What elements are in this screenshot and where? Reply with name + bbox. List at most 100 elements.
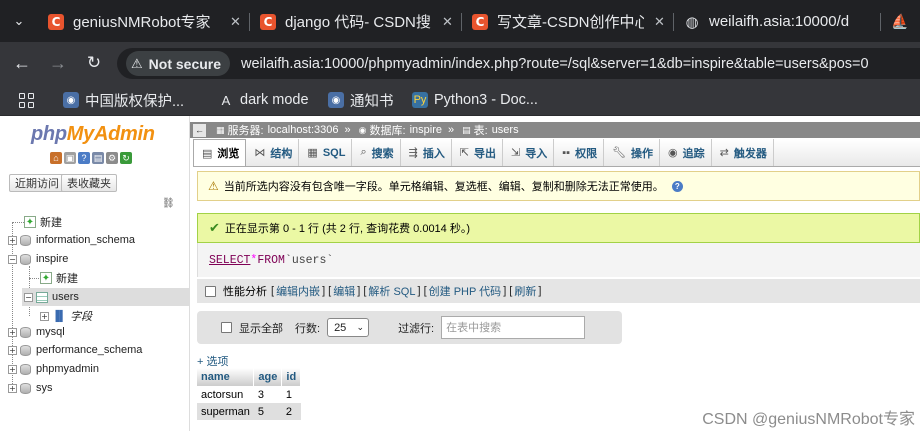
edit-inline-link[interactable]: 编辑内嵌 [276,283,320,299]
browser-tab-2[interactable]: C django 代码- CSDN搜 ✕ [260,5,456,38]
filter-rows-input[interactable] [441,316,586,339]
tree-item-users[interactable]: − users [22,288,190,306]
tree-item-phpmyadmin[interactable]: + phpmyadmin [8,360,99,378]
create-php-code-link[interactable]: 创建 PHP 代码 [429,283,502,299]
options-toggle-link[interactable]: + 选项 [197,353,228,369]
forward-icon[interactable]: → [46,51,70,75]
collapse-icon[interactable]: − [24,292,33,302]
refresh-link[interactable]: 刷新 [514,283,536,299]
tree-item-sys[interactable]: + sys [8,379,53,397]
table-row: actorsun 3 1 [197,386,301,403]
tab-import[interactable]: ⇲ 导入 [503,139,555,166]
tab-browse[interactable]: ▤ 浏览 [193,139,247,166]
bookmark-label: 通知书 [350,93,394,110]
table-cell[interactable]: 3 [253,386,282,403]
recent-tables-button[interactable]: 近期访问 [9,174,65,192]
table-cell[interactable]: 1 [281,386,301,403]
tab-divider [249,13,250,31]
tab-insert[interactable]: ⇶ 插入 [401,139,452,166]
rows-per-page-select[interactable]: 25 ⌄ [327,318,370,337]
bookmark-2[interactable]: A dark mode [218,91,309,109]
column-header-age[interactable]: age [253,368,283,386]
apps-grid-icon[interactable] [19,93,34,108]
tab-label: 导入 [525,147,548,160]
url-text[interactable]: weilaifh.asia:10000/phpmyadmin/index.php… [241,56,869,72]
bookmark-1[interactable]: ◉ 中国版权保护... [63,91,185,110]
expand-icon[interactable]: + [40,311,49,321]
edit-link[interactable]: 编辑 [333,283,355,299]
close-icon[interactable]: ✕ [230,14,244,30]
new-table-icon: ✦ [40,272,52,284]
bookmark-3[interactable]: ◉ 通知书 [328,91,394,110]
server-icon: ▦ [216,124,225,135]
phpmyadmin-icon: ⛵ [892,13,909,30]
expand-icon[interactable]: + [8,235,17,245]
bookmark-4[interactable]: Py Python3 - Doc... [412,91,538,109]
tab-operations[interactable]: 🔧︎ 操作 [604,139,661,166]
tree-item-new[interactable]: ✦ 新建 [24,213,62,231]
tab-search-icon[interactable]: ⌄ [10,12,28,30]
expand-icon[interactable]: + [8,383,17,393]
expand-icon[interactable]: + [8,364,17,374]
success-text: 正在显示第 0 - 1 行 (共 2 行, 查询花费 0.0014 秒。) [224,223,471,235]
tree-item-performance-schema[interactable]: + performance_schema [8,341,142,359]
column-header-name[interactable]: name [197,368,255,386]
address-bar[interactable]: ⚠ Not secure weilaifh.asia:10000/phpmyad… [117,48,920,79]
tab-sql[interactable]: ▦ SQL [299,139,353,166]
docs-icon[interactable]: ▤ [92,152,104,164]
tree-item-information-schema[interactable]: + information_schema [8,231,135,249]
tree-item-inspire-new[interactable]: ✦ 新建 [40,269,78,287]
logo-php: php [31,123,67,145]
tab-privileges[interactable]: ▪▪ 权限 [554,139,605,166]
chevron-down-icon: ⌄ [356,322,365,333]
back-icon[interactable]: ← [10,51,34,75]
reload-icon[interactable]: ↻ [82,51,106,75]
tab-export[interactable]: ⇱ 导出 [452,139,504,166]
bookmarks-bar: ◉ 中国版权保护... A dark mode ◉ 通知书 Py Python3… [0,84,920,116]
bookmark-label: 中国版权保护... [85,93,185,110]
table-cell[interactable]: actorsun [197,386,254,403]
security-label: Not secure [148,55,222,72]
breadcrumb-server[interactable]: localhost:3306 [268,124,339,136]
new-icon: ✦ [24,216,36,228]
close-icon[interactable]: ✕ [654,14,668,30]
reload-nav-icon[interactable]: ↻ [120,152,132,164]
table-cell[interactable]: superman [197,403,254,420]
csdn-icon: C [48,13,64,30]
table-cell[interactable]: 2 [281,403,301,420]
sql-keyword-select[interactable]: SELECT [209,254,250,267]
tab-search[interactable]: ⌕ 搜索 [352,139,401,166]
expand-icon[interactable]: + [8,327,17,337]
table-cell[interactable]: 5 [253,403,282,420]
phpmyadmin-logo[interactable]: phpMyAdmin [31,123,155,146]
tree-item-mysql[interactable]: + mysql [8,323,65,341]
home-icon[interactable]: ⌂ [50,152,62,164]
explain-sql-link[interactable]: 解析 SQL [368,283,415,299]
collapse-nav-icon[interactable]: ← [193,123,206,137]
link-with-main-icon[interactable]: ⛓ [162,198,175,209]
browser-tab-3[interactable]: C 写文章-CSDN创作中心 ✕ [472,5,668,38]
browser-tab-5[interactable]: ⛵ [892,5,920,38]
security-chip[interactable]: ⚠ Not secure [126,51,231,76]
close-icon[interactable]: ✕ [442,14,456,30]
gear-icon[interactable]: ⚙ [106,152,118,164]
tab-tracking[interactable]: ◉ 追踪 [660,139,712,166]
favorite-tables-button[interactable]: 表收藏夹 [61,174,117,192]
profiling-checkbox[interactable] [205,285,216,297]
help-icon[interactable]: ? [78,152,90,164]
browser-tab-4[interactable]: ◍ weilaifh.asia:10000/d [684,5,870,38]
breadcrumb-table[interactable]: users [492,124,519,136]
browser-tab-1[interactable]: C geniusNMRobot专家 ✕ [48,5,244,38]
column-header-id[interactable]: id [281,368,302,386]
collapse-icon[interactable]: − [8,254,17,264]
help-icon[interactable]: ? [671,180,683,192]
tab-triggers[interactable]: ⇄ 触发器 [712,139,774,166]
breadcrumb-db[interactable]: inspire [410,124,442,136]
tab-structure[interactable]: ⋈ 结构 [246,139,300,166]
tab-label: 追踪 [682,147,705,160]
show-all-checkbox[interactable] [221,322,232,333]
sql-star: * [250,253,258,267]
logout-icon[interactable]: ▣ [64,152,76,164]
tree-item-inspire[interactable]: − inspire [8,250,68,268]
expand-icon[interactable]: + [8,345,17,355]
